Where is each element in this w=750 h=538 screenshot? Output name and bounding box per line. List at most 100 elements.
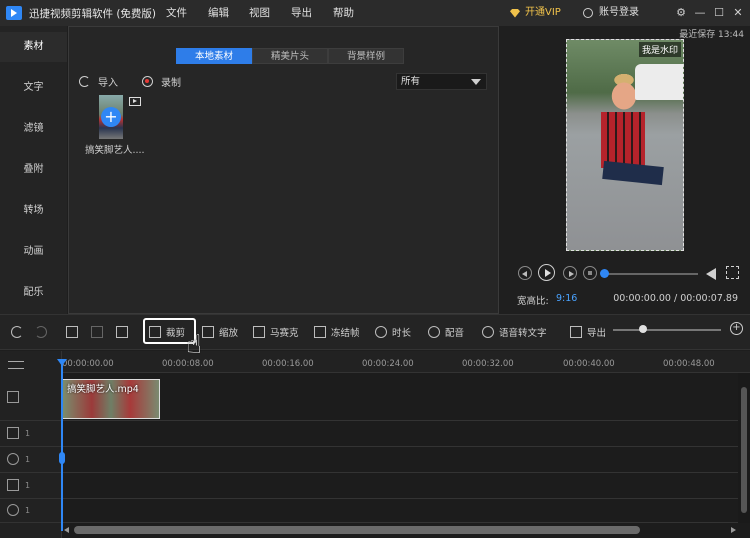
record-label: 录制: [161, 78, 181, 89]
clip-label: 搞笑脚艺人.mp4: [67, 384, 139, 395]
last-saved-text: 最近保存 13:44: [679, 30, 744, 40]
preview-car: [635, 64, 683, 100]
delete-icon[interactable]: [116, 315, 133, 349]
fullscreen-icon[interactable]: [726, 266, 739, 279]
sidebar-item-animation[interactable]: 动画: [0, 237, 67, 267]
ruler-tick: 00:00:16.00: [262, 359, 314, 369]
menu-edit[interactable]: 编辑: [208, 0, 229, 26]
undo-icon[interactable]: [11, 315, 28, 349]
music-track[interactable]: 1: [0, 499, 738, 523]
dub-button[interactable]: 配音: [428, 315, 464, 349]
redo-icon[interactable]: [35, 315, 52, 349]
text-icon: [7, 479, 19, 491]
category-sidebar: 素材 文字 滤镜 叠附 转场 动画 配乐: [0, 26, 67, 314]
playhead-marker[interactable]: [57, 359, 67, 366]
export-button[interactable]: 导出: [570, 315, 606, 349]
track-menu-icon[interactable]: [8, 361, 24, 369]
scroll-left-icon[interactable]: [64, 527, 69, 533]
add-to-timeline-icon[interactable]: +: [101, 107, 121, 127]
playhead-handle[interactable]: [59, 452, 65, 464]
ruler-tick: 00:00:00.00: [62, 359, 114, 369]
account-label: 账号登录: [599, 7, 639, 18]
vip-button[interactable]: 开通VIP: [510, 0, 561, 26]
track-number: 1: [25, 429, 31, 438]
menu-view[interactable]: 视图: [249, 0, 270, 26]
ruler-tick: 00:00:48.00: [663, 359, 715, 369]
diamond-icon: [510, 8, 520, 18]
aspect-ratio-value[interactable]: 9:16: [556, 293, 577, 304]
tab-intros[interactable]: 精美片头: [252, 48, 328, 64]
edit-icon[interactable]: [66, 315, 83, 349]
sidebar-item-transition[interactable]: 转场: [0, 196, 67, 226]
menu-export[interactable]: 导出: [291, 0, 312, 26]
settings-icon[interactable]: ⚙: [674, 6, 688, 20]
tab-backgrounds[interactable]: 背景样例: [328, 48, 404, 64]
app-logo-icon: [6, 6, 22, 20]
effect-track[interactable]: 1: [0, 447, 738, 473]
vip-label: 开通VIP: [525, 7, 561, 18]
import-label: 导入: [98, 78, 118, 89]
menu-help[interactable]: 帮助: [333, 0, 354, 26]
sidebar-item-music[interactable]: 配乐: [0, 278, 67, 308]
volume-icon[interactable]: [706, 268, 716, 280]
timeline: 00:00:00.00 00:00:08.00 00:00:16.00 00:0…: [0, 351, 750, 538]
media-item-name: 搞笑脚艺人....: [85, 145, 145, 156]
media-filter-select[interactable]: 所有: [396, 73, 487, 90]
timeline-zoom-handle[interactable]: [639, 325, 647, 333]
music-note-icon: [7, 504, 19, 516]
export-label: 导出: [587, 328, 607, 339]
zoom-in-icon[interactable]: +: [730, 322, 743, 335]
ruler-tick: 00:00:24.00: [362, 359, 414, 369]
vertical-scroll-thumb[interactable]: [741, 387, 747, 513]
video-preview[interactable]: 我是水印: [566, 39, 684, 251]
account-login-button[interactable]: 账号登录: [583, 0, 639, 26]
record-icon: [142, 76, 153, 87]
film-icon: [7, 427, 19, 439]
zoom-button[interactable]: 缩放: [202, 315, 238, 349]
clock-icon: [375, 326, 387, 338]
ruler-tick: 00:00:08.00: [162, 359, 214, 369]
sidebar-item-overlay[interactable]: 叠附: [0, 155, 67, 185]
sidebar-item-text[interactable]: 文字: [0, 73, 67, 103]
maximize-button[interactable]: ☐: [712, 6, 726, 20]
close-button[interactable]: ✕: [731, 6, 745, 20]
sidebar-item-material[interactable]: 素材: [0, 32, 67, 62]
preview-progress-track[interactable]: [604, 273, 698, 275]
play-icon[interactable]: [538, 264, 555, 281]
speech-icon: [482, 326, 494, 338]
playhead[interactable]: [61, 361, 63, 531]
zoom-label: 缩放: [219, 328, 239, 339]
import-button[interactable]: 导入: [79, 74, 118, 89]
media-thumbnail[interactable]: +: [99, 95, 123, 139]
zoom-icon: [202, 326, 214, 338]
watermark-text[interactable]: 我是水印: [638, 42, 681, 57]
scroll-right-icon[interactable]: [731, 527, 736, 533]
cut-icon[interactable]: [91, 315, 108, 349]
mosaic-button[interactable]: 马赛克: [253, 315, 299, 349]
tab-local-media[interactable]: 本地素材: [176, 48, 252, 64]
sidebar-item-filter[interactable]: 滤镜: [0, 114, 67, 144]
aspect-ratio-label: 宽高比:: [517, 296, 549, 307]
speech-to-text-button[interactable]: 语音转文字: [482, 315, 547, 349]
edit-toolbar: 裁剪 缩放 马赛克 冻结帧 时长 配音 语音转文字 导出: [0, 314, 750, 350]
duration-button[interactable]: 时长: [375, 315, 411, 349]
pip-track[interactable]: 1: [0, 421, 738, 447]
next-frame-icon[interactable]: [563, 266, 577, 280]
timeline-clip[interactable]: 搞笑脚艺人.mp4: [62, 379, 160, 419]
freeze-frame-button[interactable]: 冻结帧: [314, 315, 360, 349]
timeline-zoom-slider[interactable]: [613, 329, 721, 331]
stop-icon[interactable]: [583, 266, 597, 280]
preview-progress-handle[interactable]: [600, 269, 609, 278]
menu-file[interactable]: 文件: [166, 0, 187, 26]
time-ruler[interactable]: 00:00:00.00 00:00:08.00 00:00:16.00 00:0…: [62, 351, 750, 373]
track-number: 1: [25, 481, 31, 490]
video-track-icon: [7, 391, 19, 403]
mosaic-icon: [253, 326, 265, 338]
track-number: 1: [25, 455, 31, 464]
record-button[interactable]: 录制: [142, 74, 181, 89]
previous-frame-icon[interactable]: [518, 266, 532, 280]
text-track[interactable]: 1: [0, 473, 738, 499]
minimize-button[interactable]: —: [693, 6, 707, 20]
freeze-frame-label: 冻结帧: [331, 328, 360, 339]
horizontal-scrollbar[interactable]: [74, 526, 640, 534]
